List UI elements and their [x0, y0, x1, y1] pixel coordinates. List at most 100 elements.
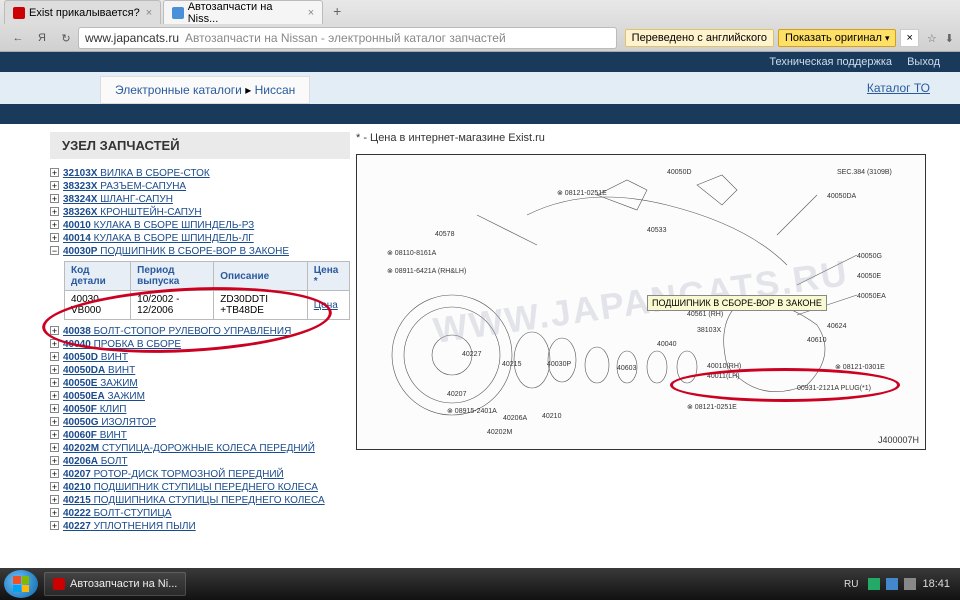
- new-tab-button[interactable]: +: [325, 0, 349, 24]
- part-link[interactable]: 40207 РОТОР-ДИСК ТОРМОЗНОЙ ПЕРЕДНИЙ: [63, 469, 284, 480]
- expand-icon[interactable]: +: [50, 194, 59, 203]
- expand-icon[interactable]: +: [50, 365, 59, 374]
- diagram-label: 40210: [542, 413, 561, 420]
- diagram-label: 40050E: [857, 273, 881, 280]
- expand-icon[interactable]: +: [50, 326, 59, 335]
- part-link[interactable]: 40050G ИЗОЛЯТОР: [63, 417, 156, 428]
- price-link[interactable]: Цена: [314, 300, 338, 311]
- expand-icon[interactable]: +: [50, 352, 59, 361]
- part-link[interactable]: 40050D ВИНТ: [63, 352, 128, 363]
- expand-icon[interactable]: +: [50, 220, 59, 229]
- part-link[interactable]: 40050DA ВИНТ: [63, 365, 135, 376]
- part-link[interactable]: 40210 ПОДШИПНИК СТУПИЦЫ ПЕРЕДНЕГО КОЛЕСА: [63, 482, 318, 493]
- parts-list-item: +40050EA ЗАЖИМ: [50, 390, 350, 403]
- part-link[interactable]: 40060F ВИНТ: [63, 430, 127, 441]
- breadcrumb-current[interactable]: Ниссан: [255, 83, 296, 97]
- expand-icon[interactable]: +: [50, 339, 59, 348]
- catalog-to-link[interactable]: Каталог ТО: [867, 81, 930, 95]
- expand-icon[interactable]: +: [50, 469, 59, 478]
- parts-list-item: +38324X ШЛАНГ-САПУН: [50, 193, 350, 206]
- part-link[interactable]: 40038 БОЛТ-СТОПОР РУЛЕВОГО УПРАВЛЕНИЯ: [63, 326, 291, 337]
- parts-list-item: +40050F КЛИП: [50, 403, 350, 416]
- left-column: УЗЕЛ ЗАПЧАСТЕЙ +32103X ВИЛКА В СБОРЕ-СТО…: [50, 132, 350, 533]
- favorite-icon[interactable]: ☆: [927, 32, 937, 45]
- parts-list-item: +32103X ВИЛКА В СБОРЕ-СТОК: [50, 167, 350, 180]
- expand-icon[interactable]: +: [50, 417, 59, 426]
- diagram-label: 40578: [435, 231, 454, 238]
- clock[interactable]: 18:41: [922, 578, 950, 590]
- diagram-label: 40624: [827, 323, 846, 330]
- part-link[interactable]: 38326X КРОНШТЕЙН-САПУН: [63, 207, 202, 218]
- expand-icon[interactable]: −: [50, 246, 59, 255]
- url-domain: www.japancats.ru: [85, 31, 179, 45]
- yandex-button[interactable]: Я: [32, 28, 52, 48]
- support-link[interactable]: Техническая поддержка: [769, 56, 892, 68]
- expand-icon[interactable]: +: [50, 521, 59, 530]
- diagram-label: 40030P: [547, 361, 571, 368]
- flag-icon[interactable]: [868, 578, 880, 590]
- part-link[interactable]: 40227 УПЛОТНЕНИЯ ПЫЛИ: [63, 521, 196, 532]
- expand-icon[interactable]: +: [50, 508, 59, 517]
- part-link[interactable]: 38323X РАЗЪЕМ-САПУНА: [63, 181, 186, 192]
- content-area: УЗЕЛ ЗАПЧАСТЕЙ +32103X ВИЛКА В СБОРЕ-СТО…: [0, 124, 960, 533]
- expand-icon[interactable]: +: [50, 168, 59, 177]
- parts-list-item: +40040 ПРОБКА В СБОРЕ: [50, 338, 350, 351]
- part-link[interactable]: 40014 КУЛАКА В СБОРЕ ШПИНДЕЛЬ-ЛГ: [63, 233, 254, 244]
- expand-icon[interactable]: +: [50, 207, 59, 216]
- part-link[interactable]: 40215 ПОДШИПНИКА СТУПИЦЫ ПЕРЕДНЕГО КОЛЕС…: [63, 495, 325, 506]
- parts-list-item: +40215 ПОДШИПНИКА СТУПИЦЫ ПЕРЕДНЕГО КОЛЕ…: [50, 494, 350, 507]
- part-link[interactable]: 40050EA ЗАЖИМ: [63, 391, 145, 402]
- diagram-label: 40050EA: [857, 293, 886, 300]
- tab-exist[interactable]: Exist прикалывается? ×: [4, 0, 161, 24]
- diagram-label: 40603: [617, 365, 636, 372]
- translate-close-button[interactable]: ×: [900, 29, 918, 47]
- close-icon[interactable]: ×: [308, 7, 314, 19]
- download-icon[interactable]: ⬇: [945, 32, 954, 45]
- reload-button[interactable]: ↻: [56, 28, 76, 48]
- expand-icon[interactable]: +: [50, 404, 59, 413]
- part-link[interactable]: 40030P ПОДШИПНИК В СБОРЕ-ВОР В ЗАКОНЕ: [63, 246, 289, 257]
- show-original-button[interactable]: Показать оригинал▾: [778, 29, 897, 47]
- parts-list: +32103X ВИЛКА В СБОРЕ-СТОК+38323X РАЗЪЕМ…: [50, 167, 350, 533]
- expand-icon[interactable]: +: [50, 233, 59, 242]
- breadcrumb-root[interactable]: Электронные каталоги: [115, 83, 242, 97]
- diagram-label: 40533: [647, 227, 666, 234]
- parts-list-item: +40210 ПОДШИПНИК СТУПИЦЫ ПЕРЕДНЕГО КОЛЕС…: [50, 481, 350, 494]
- parts-list-item: +40222 БОЛТ-СТУПИЦА: [50, 507, 350, 520]
- right-column: * - Цена в интернет-магазине Exist.ru: [350, 132, 960, 533]
- favicon-icon: [13, 7, 25, 19]
- volume-icon[interactable]: [904, 578, 916, 590]
- tab-japancats[interactable]: Автозапчасти на Niss... ×: [163, 0, 323, 24]
- close-icon[interactable]: ×: [146, 7, 152, 19]
- diagram-label: 38103X: [697, 327, 721, 334]
- expand-icon[interactable]: +: [50, 391, 59, 400]
- parts-list-item: +40050DA ВИНТ: [50, 364, 350, 377]
- part-link[interactable]: 40206A БОЛТ: [63, 456, 128, 467]
- network-icon[interactable]: [886, 578, 898, 590]
- back-button[interactable]: ←: [8, 28, 28, 48]
- taskbar-app-button[interactable]: Автозапчасти на Ni...: [44, 572, 186, 596]
- expand-icon[interactable]: +: [50, 456, 59, 465]
- expand-icon[interactable]: +: [50, 181, 59, 190]
- part-link[interactable]: 40050F КЛИП: [63, 404, 126, 415]
- parts-diagram[interactable]: WWW.JAPANCATS.RU 40050DSEC.384 (3109B)⊗ …: [356, 154, 926, 450]
- diagram-code: J400007H: [878, 435, 919, 445]
- url-input[interactable]: www.japancats.ru Автозапчасти на Nissan …: [78, 27, 617, 49]
- part-link[interactable]: 40222 БОЛТ-СТУПИЦА: [63, 508, 172, 519]
- language-indicator[interactable]: RU: [840, 577, 862, 592]
- detail-table: Код деталиПериод выпускаОписаниеЦена *40…: [64, 261, 350, 320]
- part-link[interactable]: 40010 КУЛАКА В СБОРЕ ШПИНДЕЛЬ-РЗ: [63, 220, 254, 231]
- price-hint: * - Цена в интернет-магазине Exist.ru: [356, 132, 960, 144]
- part-link[interactable]: 40202M СТУПИЦА-ДОРОЖНЫЕ КОЛЕСА ПЕРЕДНИЙ: [63, 443, 315, 454]
- expand-icon[interactable]: +: [50, 443, 59, 452]
- exit-link[interactable]: Выход: [907, 56, 940, 68]
- part-link[interactable]: 38324X ШЛАНГ-САПУН: [63, 194, 173, 205]
- expand-icon[interactable]: +: [50, 495, 59, 504]
- expand-icon[interactable]: +: [50, 430, 59, 439]
- expand-icon[interactable]: +: [50, 378, 59, 387]
- part-link[interactable]: 40040 ПРОБКА В СБОРЕ: [63, 339, 181, 350]
- expand-icon[interactable]: +: [50, 482, 59, 491]
- start-button[interactable]: [4, 570, 38, 598]
- part-link[interactable]: 40050E ЗАЖИМ: [63, 378, 138, 389]
- part-link[interactable]: 32103X ВИЛКА В СБОРЕ-СТОК: [63, 168, 210, 179]
